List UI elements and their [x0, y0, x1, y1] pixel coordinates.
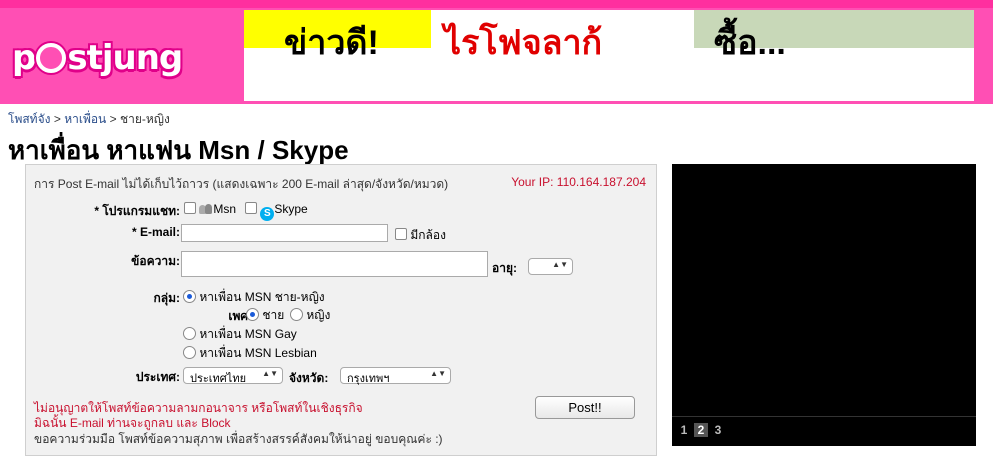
- gender-radio-female[interactable]: [290, 308, 303, 321]
- gender-label-male: ชาย: [262, 308, 285, 322]
- program-label: * โปรแกรมแชท:: [94, 204, 180, 218]
- gender-option-male[interactable]: ชาย: [246, 306, 284, 325]
- breadcrumb-sep: >: [109, 112, 117, 126]
- ad-banner[interactable]: ข่าวดี! ไรโฟจลาก้ ซื้อ...: [244, 10, 974, 101]
- video-player[interactable]: 1 2 3: [672, 164, 976, 446]
- breadcrumb: โพสท์จัง > หาเพื่อน > ชาย-หญิง: [8, 110, 170, 129]
- group-label-msn-mf: หาเพื่อน MSN ชาย-หญิง: [199, 290, 325, 304]
- top-bar: [0, 0, 993, 8]
- camera-option[interactable]: มีกล้อง: [395, 226, 446, 245]
- msn-label: Msn: [213, 202, 237, 216]
- camera-label: มีกล้อง: [410, 228, 446, 242]
- group-label-msn-lesbian: หาเพื่อน MSN Lesbian: [199, 346, 317, 360]
- video-page-3[interactable]: 3: [711, 423, 725, 437]
- group-radio-msn-mf[interactable]: [183, 290, 196, 303]
- skype-checkbox[interactable]: [245, 202, 257, 214]
- site-header: p stjung ข่าวดี! ไรโฟจลาก้ ซื้อ...: [0, 0, 993, 104]
- age-label: อายุ:: [492, 261, 517, 275]
- updown-arrow-icon: ▲▼: [552, 260, 568, 269]
- updown-arrow-icon: ▲▼: [430, 369, 446, 378]
- group-option-msn-mf[interactable]: หาเพื่อน MSN ชาย-หญิง: [183, 288, 325, 307]
- breadcrumb-sep: >: [53, 112, 61, 126]
- video-pager: 1 2 3: [672, 416, 976, 447]
- logo-suffix: stjung: [67, 38, 183, 78]
- logo-o-icon: [36, 43, 67, 73]
- breadcrumb-current: ชาย-หญิง: [119, 112, 170, 126]
- email-label: * E-mail:: [131, 225, 180, 239]
- camera-checkbox[interactable]: [395, 228, 407, 240]
- gender-option-female[interactable]: หญิง: [290, 306, 330, 325]
- group-radio-msn-gay[interactable]: [183, 327, 196, 340]
- province-value: กรุงเทพฯ: [347, 373, 390, 385]
- province-label: จังหวัด:: [289, 371, 329, 385]
- site-logo[interactable]: p stjung: [12, 38, 183, 78]
- post-note: การ Post E-mail ไม่ได้เก็บไว้ถาวร (แสดงเ…: [34, 177, 449, 191]
- skype-option[interactable]: S Skype: [245, 202, 308, 221]
- message-input[interactable]: [181, 251, 488, 277]
- banner-text-2: ไรโฟจลาก้: [444, 24, 603, 62]
- msn-icon: [199, 203, 213, 215]
- gender-radio-male[interactable]: [246, 308, 259, 321]
- video-page-1[interactable]: 1: [677, 423, 691, 437]
- email-input[interactable]: [181, 224, 388, 242]
- skype-icon: S: [260, 207, 275, 221]
- group-label-msn-gay: หาเพื่อน MSN Gay: [199, 327, 297, 341]
- country-select[interactable]: ประเทศไทย ▲▼: [183, 367, 283, 385]
- banner-text-1: ข่าวดี!: [284, 24, 379, 62]
- province-select[interactable]: กรุงเทพฯ ▲▼: [340, 367, 451, 385]
- group-label: กลุ่ม:: [153, 291, 180, 305]
- info-text: ขอความร่วมมือ โพสท์ข้อความสุภาพ เพื่อสร้…: [34, 432, 443, 446]
- msn-option[interactable]: Msn: [184, 202, 236, 216]
- country-label: ประเทศ:: [135, 370, 180, 384]
- country-value: ประเทศไทย: [190, 373, 247, 385]
- ip-address: Your IP: 110.164.187.204: [511, 175, 646, 189]
- updown-arrow-icon: ▲▼: [262, 369, 278, 378]
- group-option-msn-lesbian[interactable]: หาเพื่อน MSN Lesbian: [183, 344, 317, 363]
- video-page-2[interactable]: 2: [694, 423, 708, 437]
- banner-text-3: ซื้อ...: [714, 24, 786, 62]
- logo-prefix: p: [12, 38, 36, 78]
- breadcrumb-find-friends[interactable]: หาเพื่อน: [64, 112, 106, 126]
- breadcrumb-home[interactable]: โพสท์จัง: [8, 112, 50, 126]
- msn-checkbox[interactable]: [184, 202, 196, 214]
- group-option-msn-gay[interactable]: หาเพื่อน MSN Gay: [183, 325, 297, 344]
- group-radio-msn-lesbian[interactable]: [183, 346, 196, 359]
- post-button[interactable]: Post!!: [535, 396, 635, 419]
- message-label: ข้อความ:: [131, 254, 180, 268]
- skype-label: Skype: [274, 202, 308, 216]
- age-select[interactable]: ▲▼: [528, 258, 573, 275]
- post-form: การ Post E-mail ไม่ได้เก็บไว้ถาวร (แสดงเ…: [25, 164, 657, 456]
- gender-label-female: หญิง: [306, 308, 331, 322]
